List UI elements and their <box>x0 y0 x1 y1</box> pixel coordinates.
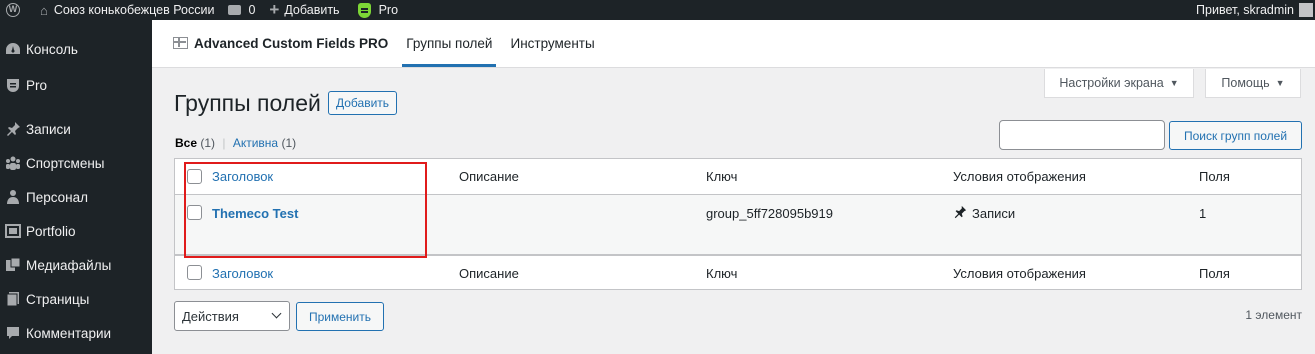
sidebar-item-label: Записи <box>26 121 71 137</box>
new-content-label: Добавить <box>284 3 340 17</box>
sidebar-item-label: Медиафайлы <box>26 257 112 273</box>
sidebar-item-comments[interactable]: Комментарии <box>0 318 152 348</box>
portfolio-icon <box>0 223 26 239</box>
pro-link[interactable]: Pro <box>357 0 399 20</box>
column-title[interactable]: Заголовок <box>212 159 273 193</box>
comments-link[interactable]: 0 <box>228 0 255 20</box>
field-group-fields-count: 1 <box>1199 205 1207 221</box>
search-input[interactable] <box>999 120 1165 150</box>
help-button[interactable]: Помощь ▼ <box>1205 69 1301 98</box>
filter-separator: | <box>222 136 226 150</box>
pro-label: Pro <box>378 3 399 17</box>
pro-shield-icon <box>0 77 26 93</box>
pin-icon <box>953 205 967 222</box>
home-icon: ⌂ <box>40 2 48 18</box>
media-icon <box>0 257 26 273</box>
column-key: Ключ <box>706 168 738 184</box>
pin-icon <box>0 121 26 137</box>
column-key: Ключ <box>706 265 738 281</box>
wordpress-logo-button[interactable]: W <box>0 0 26 20</box>
table-header-row: Заголовок Описание Ключ Условия отображе… <box>175 159 1301 195</box>
field-group-key: group_5ff728095b919 <box>706 205 833 221</box>
pages-icon <box>0 291 26 307</box>
column-location: Условия отображения <box>953 265 1086 281</box>
add-new-button[interactable]: Добавить <box>328 91 398 115</box>
location-label: Записи <box>972 205 1016 221</box>
column-title[interactable]: Заголовок <box>212 256 273 290</box>
comments-icon <box>0 325 26 341</box>
field-group-title-link[interactable]: Themeco Test <box>212 195 298 231</box>
site-name: Союз конькобежцев России <box>53 3 215 17</box>
table-row: Themeco Test group_5ff728095b919 Записи … <box>175 195 1301 255</box>
sidebar-item-label: Персонал <box>26 189 88 205</box>
sidebar-item-pages[interactable]: Страницы <box>0 284 152 314</box>
acf-brand-label: Advanced Custom Fields PRO <box>194 35 389 51</box>
page-title: Группы полей <box>174 90 321 116</box>
groups-icon <box>0 155 26 171</box>
plus-icon: + <box>269 0 280 19</box>
sidebar-item-label: Pro <box>26 77 48 93</box>
account-menu[interactable]: Привет, skradmin <box>1196 0 1315 20</box>
comment-bubble-icon <box>228 5 242 15</box>
tab-tools[interactable]: Инструменты <box>506 19 598 67</box>
sidebar-item-media[interactable]: Медиафайлы <box>0 250 152 280</box>
filter-all[interactable]: Все (1) <box>175 136 215 150</box>
pro-shield-icon <box>357 2 371 18</box>
sidebar-item-dashboard[interactable]: Консоль <box>0 34 152 64</box>
acf-admin-toolbar: Advanced Custom Fields PRO Группы полей … <box>152 20 1315 68</box>
sidebar-item-label: Спортсмены <box>26 155 105 171</box>
sidebar-item-staff[interactable]: Персонал <box>0 182 152 212</box>
column-fields: Поля <box>1199 265 1230 281</box>
bulk-actions-select[interactable]: Действия <box>174 301 290 331</box>
greeting-text: Привет, skradmin <box>1196 3 1294 17</box>
caret-down-icon: ▼ <box>1169 78 1179 88</box>
comments-count: 0 <box>248 3 256 17</box>
column-description: Описание <box>459 265 519 281</box>
field-group-location: Записи <box>953 195 1015 231</box>
filter-active[interactable]: Активна (1) <box>233 136 296 150</box>
sidebar-item-label: Portfolio <box>26 223 76 239</box>
sidebar-item-label: Страницы <box>26 291 90 307</box>
table-footer-row: Заголовок Описание Ключ Условия отображе… <box>175 255 1301 289</box>
tab-label: Группы полей <box>406 35 493 51</box>
select-all-checkbox-footer[interactable] <box>187 265 202 280</box>
search-button[interactable]: Поиск групп полей <box>1169 121 1302 150</box>
field-groups-table: Заголовок Описание Ключ Условия отображе… <box>174 158 1302 290</box>
admin-bar: W ⌂ Союз конькобежцев России 0 + Добавит… <box>0 0 1315 20</box>
items-count: 1 элемент <box>1245 308 1302 322</box>
main-content: Advanced Custom Fields PRO Группы полей … <box>152 20 1315 354</box>
select-all-checkbox[interactable] <box>187 169 202 184</box>
column-location: Условия отображения <box>953 168 1086 184</box>
apply-button[interactable]: Применить <box>296 302 384 331</box>
admin-sidebar: Консоль Pro Записи Спортсмены Персонал P… <box>0 20 152 354</box>
sidebar-item-posts[interactable]: Записи <box>0 114 152 144</box>
status-filters: Все (1) | Активна (1) <box>175 136 296 150</box>
sidebar-item-pro[interactable]: Pro <box>0 70 152 100</box>
row-checkbox[interactable] <box>187 205 202 220</box>
sidebar-item-athletes[interactable]: Спортсмены <box>0 148 152 178</box>
dashboard-icon <box>0 41 26 57</box>
help-label: Помощь <box>1221 76 1270 90</box>
acf-logo-icon <box>173 37 188 49</box>
bulk-actions-value: Действия <box>182 308 239 324</box>
avatar <box>1299 3 1313 17</box>
column-fields: Поля <box>1199 168 1230 184</box>
caret-down-icon: ▼ <box>1275 78 1285 88</box>
site-name-link[interactable]: ⌂ Союз конькобежцев России <box>26 0 214 20</box>
sidebar-item-label: Комментарии <box>26 325 112 341</box>
new-content-link[interactable]: + Добавить <box>269 0 339 20</box>
tab-field-groups[interactable]: Группы полей <box>402 19 497 67</box>
staff-icon <box>0 189 26 205</box>
sidebar-item-label: Консоль <box>26 41 78 57</box>
chevron-down-icon <box>271 308 282 319</box>
column-description: Описание <box>459 168 519 184</box>
tab-label: Инструменты <box>510 35 595 51</box>
screen-options-button[interactable]: Настройки экрана ▼ <box>1044 69 1194 98</box>
sidebar-item-portfolio[interactable]: Portfolio <box>0 216 152 246</box>
screen-options-label: Настройки экрана <box>1059 76 1164 90</box>
acf-brand: Advanced Custom Fields PRO <box>152 19 388 67</box>
wordpress-icon: W <box>6 3 20 17</box>
